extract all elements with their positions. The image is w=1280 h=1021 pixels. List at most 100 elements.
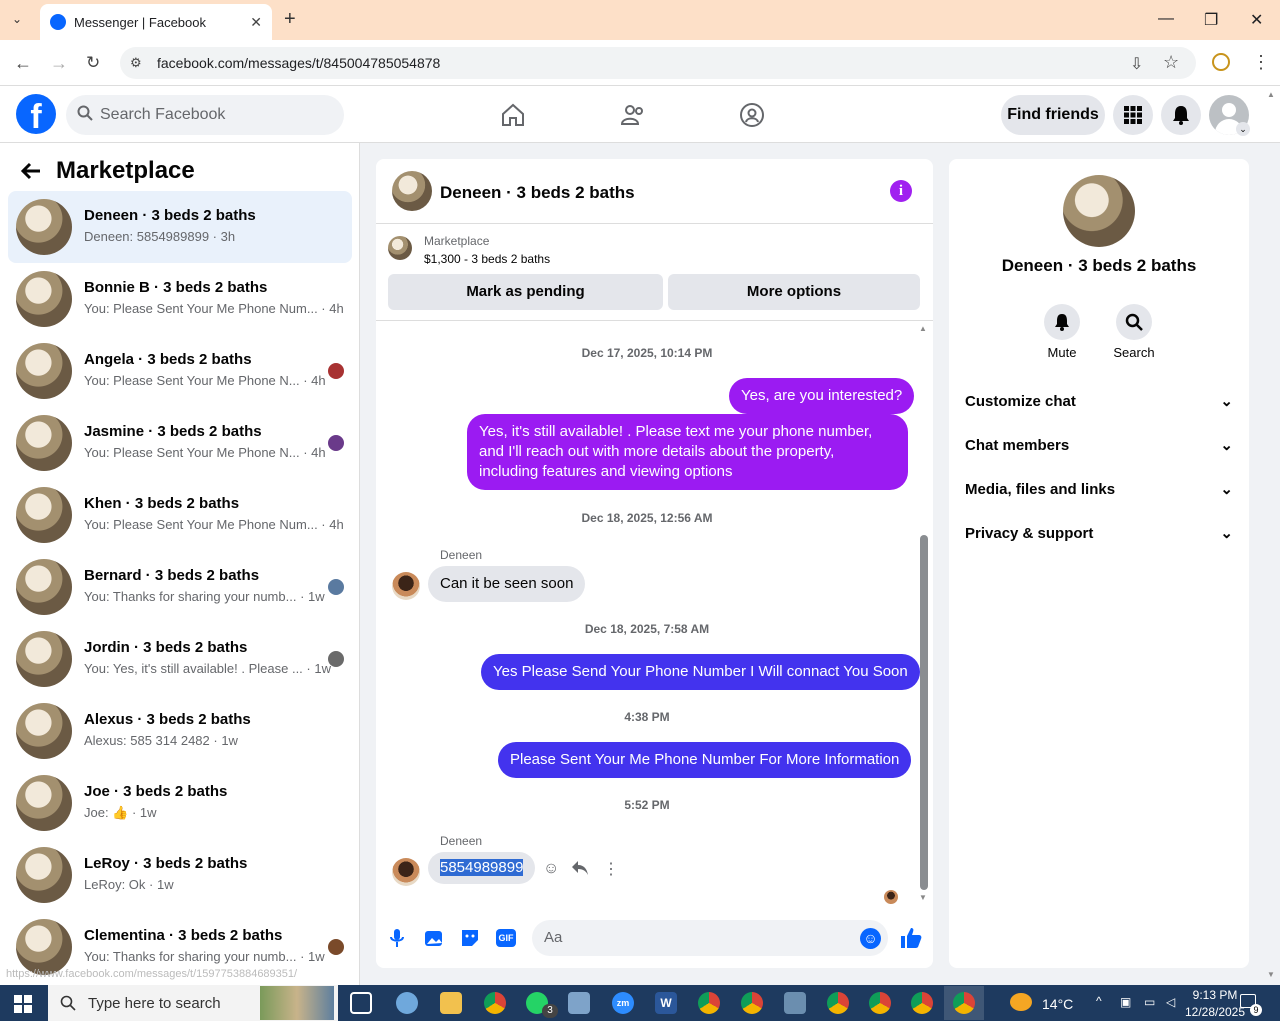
emoji-picker-icon[interactable]: ☺ [860, 928, 881, 949]
friends-icon[interactable] [620, 102, 646, 128]
microphone-icon[interactable] [388, 928, 406, 948]
chrome-profile-icon[interactable] [827, 992, 849, 1014]
conversation-item[interactable]: Deneen · 3 beds 2 baths Deneen: 585498989… [8, 191, 352, 263]
more-options-button[interactable]: More options [668, 274, 920, 310]
mute-label[interactable]: Mute [1032, 345, 1092, 360]
conversation-item[interactable]: Angela · 3 beds 2 baths You: Please Sent … [8, 335, 352, 407]
more-actions-icon[interactable]: ⋮ [603, 859, 619, 879]
selected-phone-number[interactable]: 5854989899 [440, 859, 524, 876]
conversation-item[interactable]: Bonnie B · 3 beds 2 baths You: Please Sen… [8, 263, 352, 335]
clock-time[interactable]: 9:13 PM [1190, 988, 1240, 1002]
restore-icon[interactable]: ❐ [1204, 10, 1218, 30]
sender-avatar[interactable] [392, 858, 420, 886]
conversation-item[interactable]: Jordin · 3 beds 2 baths You: Yes, it's st… [8, 623, 352, 695]
conversation-preview: LeRoy: Ok · 1w [84, 877, 174, 892]
sent-message[interactable]: Yes, it's still available! . Please text… [467, 414, 908, 490]
reload-icon[interactable]: ↻ [86, 53, 100, 73]
close-tab-icon[interactable]: ✕ [250, 14, 262, 31]
volume-icon[interactable]: ◁ [1166, 995, 1175, 1009]
search-label[interactable]: Search [1104, 345, 1164, 360]
back-arrow-icon[interactable] [20, 160, 42, 182]
privacy-support-section[interactable]: Privacy & support ⌄ [965, 524, 1233, 543]
chat-avatar[interactable] [392, 171, 432, 211]
back-icon[interactable]: ← [14, 53, 32, 74]
chrome-profile-icon[interactable] [698, 992, 720, 1014]
page-scroll-down-icon[interactable]: ▼ [1267, 970, 1275, 979]
customize-chat-section[interactable]: Customize chat ⌄ [965, 392, 1233, 411]
zoom-icon[interactable]: zm [612, 992, 634, 1014]
mark-as-pending-button[interactable]: Mark as pending [388, 274, 663, 310]
thumbs-up-icon[interactable] [899, 926, 923, 950]
facebook-search-input[interactable]: Search Facebook [66, 95, 344, 135]
message-composer-input[interactable]: Aa [532, 920, 888, 956]
gif-icon[interactable]: GIF [496, 929, 516, 947]
groups-icon[interactable] [739, 102, 765, 128]
task-view-icon[interactable] [350, 992, 372, 1014]
find-friends-button[interactable]: Find friends [1001, 95, 1105, 135]
new-tab-icon[interactable]: + [284, 8, 296, 31]
facebook-logo[interactable]: f [16, 94, 56, 134]
chrome-icon[interactable] [484, 992, 506, 1014]
conversation-item[interactable]: Khen · 3 beds 2 baths You: Please Sent Yo… [8, 479, 352, 551]
received-message[interactable]: 5854989899 [428, 852, 536, 884]
media-files-links-section[interactable]: Media, files and links ⌄ [965, 480, 1233, 499]
sticker-icon[interactable] [460, 928, 480, 948]
chat-members-section[interactable]: Chat members ⌄ [965, 436, 1233, 455]
sent-message[interactable]: Please Sent Your Me Phone Number For Mor… [498, 742, 912, 778]
listing-price[interactable]: $1,300 - 3 beds 2 baths [424, 252, 550, 266]
notifications-bell-icon[interactable] [1161, 95, 1201, 135]
chrome-active-icon[interactable] [953, 992, 975, 1014]
chrome-profile-icon[interactable] [911, 992, 933, 1014]
chat-title[interactable]: Deneen · 3 beds 2 baths [440, 183, 635, 203]
mute-bell-icon[interactable] [1044, 304, 1080, 340]
tray-app-icon[interactable]: ▣ [1120, 995, 1131, 1009]
reply-icon[interactable] [571, 860, 589, 876]
windows-start-icon[interactable] [14, 995, 32, 1013]
status-bar-url: https://www.facebook.com/messages/t/1597… [6, 968, 298, 980]
weather-icon[interactable] [1010, 993, 1032, 1011]
conversation-item[interactable]: LeRoy · 3 beds 2 baths LeRoy: Ok · 1w [8, 839, 352, 911]
listing-thumbnail[interactable] [388, 236, 412, 260]
chrome-profile-icon[interactable] [741, 992, 763, 1014]
network-icon[interactable]: ▭ [1144, 995, 1155, 1009]
chrome-profile-icon[interactable] [869, 992, 891, 1014]
scroll-up-icon[interactable]: ▲ [919, 324, 927, 333]
minimize-icon[interactable]: — [1158, 10, 1174, 28]
close-window-icon[interactable]: ✕ [1250, 10, 1263, 30]
install-app-icon[interactable]: ⇩ [1130, 54, 1143, 74]
app-icon[interactable] [568, 992, 590, 1014]
received-message[interactable]: Can it be seen soon [428, 566, 586, 602]
profile-icon[interactable] [1212, 53, 1230, 71]
browser-menu-icon[interactable]: ⋮ [1252, 52, 1270, 73]
details-avatar[interactable] [1063, 175, 1135, 247]
tray-chevron-icon[interactable]: ^ [1096, 994, 1102, 1008]
info-icon[interactable]: i [890, 180, 912, 202]
conversation-item[interactable]: Bernard · 3 beds 2 baths You: Thanks for … [8, 551, 352, 623]
react-emoji-icon[interactable]: ☺ [543, 860, 559, 878]
sender-avatar[interactable] [392, 572, 420, 600]
account-chevron-icon[interactable]: ⌄ [1236, 122, 1250, 136]
app-icon[interactable] [396, 992, 418, 1014]
conversation-item[interactable]: Alexus · 3 beds 2 baths Alexus: 585 314 2… [8, 695, 352, 767]
page-scroll-up-icon[interactable]: ▲ [1267, 90, 1275, 99]
browser-tab[interactable]: Messenger | Facebook ✕ [40, 4, 272, 40]
calculator-icon[interactable] [784, 992, 806, 1014]
sent-message[interactable]: Yes Please Send Your Phone Number I Will… [481, 654, 920, 690]
sent-message[interactable]: Yes, are you interested? [729, 378, 915, 414]
tab-list-chevron-icon[interactable]: ⌄ [12, 12, 22, 26]
site-info-icon[interactable]: ⚙ [130, 55, 142, 71]
conversation-item[interactable]: Joe · 3 beds 2 baths Joe: 👍 · 1w [8, 767, 352, 839]
conversation-item[interactable]: Jasmine · 3 beds 2 baths You: Please Sent… [8, 407, 352, 479]
photo-attach-icon[interactable] [424, 928, 444, 948]
chat-scroll-thumb[interactable] [920, 535, 928, 890]
weather-temp[interactable]: 14°C [1042, 996, 1073, 1012]
menu-grid-icon[interactable] [1113, 95, 1153, 135]
forward-icon[interactable]: → [50, 53, 68, 74]
word-icon[interactable]: W [655, 992, 677, 1014]
bookmark-star-icon[interactable]: ☆ [1163, 52, 1179, 73]
search-conversation-icon[interactable] [1116, 304, 1152, 340]
scroll-down-icon[interactable]: ▼ [919, 893, 927, 902]
file-explorer-icon[interactable] [440, 992, 462, 1014]
url-bar[interactable]: ⚙ facebook.com/messages/t/84500478505487… [120, 47, 1196, 79]
home-icon[interactable] [500, 102, 526, 128]
